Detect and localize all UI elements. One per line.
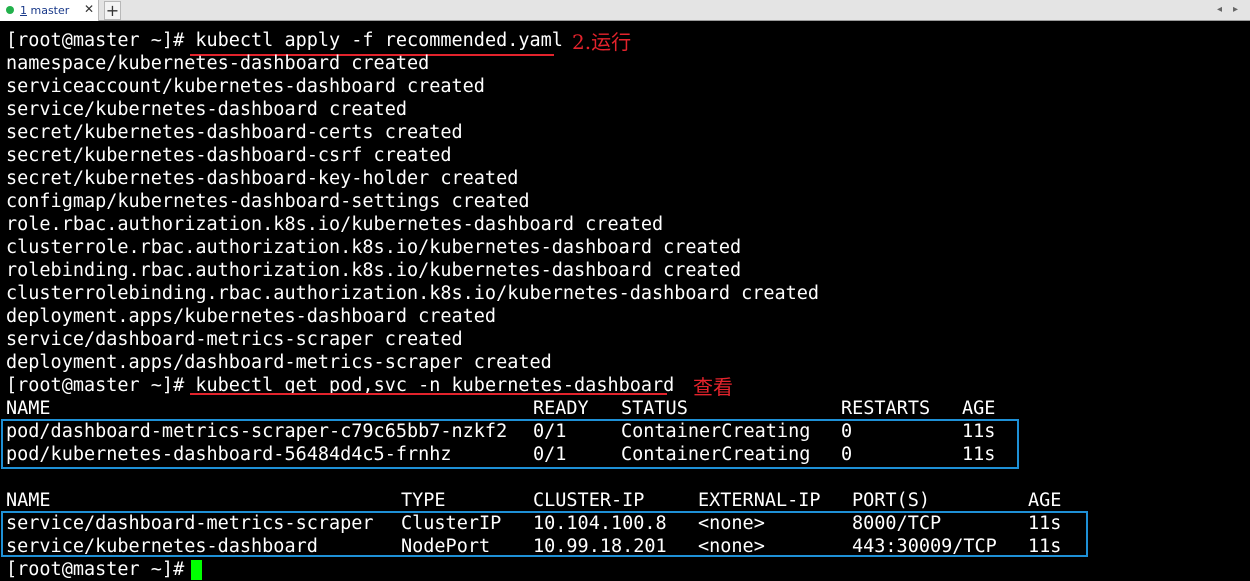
column-header: STATUS (621, 398, 688, 419)
command-line-apply: [root@master ~]# kubectl apply -f recomm… (6, 29, 563, 52)
service-cluster-ip: 10.104.100.8 (533, 513, 667, 534)
service-type: ClusterIP (401, 513, 502, 534)
scroll-right-icon[interactable]: ▸ (1233, 3, 1238, 17)
output-line: service/kubernetes-dashboard created (6, 99, 407, 120)
column-header: READY (533, 398, 589, 419)
tab-bar: 1 master ✕ + ◂ ▸ (0, 0, 1250, 21)
service-name: service/dashboard-metrics-scraper (6, 513, 374, 534)
service-external-ip: <none> (698, 536, 765, 557)
pod-name: pod/dashboard-metrics-scraper-c79c65bb7-… (6, 421, 508, 442)
annotation-run: 2.运行 (572, 30, 632, 54)
column-header: AGE (962, 398, 996, 419)
service-age: 11s (1028, 513, 1062, 534)
connection-status-icon (6, 6, 14, 14)
terminal-output[interactable]: [root@master ~]# kubectl apply -f recomm… (0, 21, 1250, 581)
service-age: 11s (1028, 536, 1062, 557)
service-name: service/kubernetes-dashboard (6, 536, 318, 557)
column-header: PORT(S) (852, 490, 930, 511)
pod-status: ContainerCreating (621, 444, 811, 465)
column-header: NAME (6, 398, 51, 419)
column-header: NAME (6, 490, 51, 511)
output-line: secret/kubernetes-dashboard-certs create… (6, 122, 463, 143)
scroll-left-icon[interactable]: ◂ (1217, 3, 1222, 17)
service-type: NodePort (401, 536, 491, 557)
column-header: EXTERNAL-IP (698, 490, 821, 511)
tab-number: 1 (20, 4, 27, 17)
close-icon[interactable]: ✕ (84, 2, 94, 17)
output-line: deployment.apps/dashboard-metrics-scrape… (6, 352, 552, 373)
pod-name: pod/kubernetes-dashboard-56484d4c5-frnhz (6, 444, 452, 465)
pod-age: 11s (962, 444, 996, 465)
column-header: AGE (1028, 490, 1062, 511)
output-line: secret/kubernetes-dashboard-key-holder c… (6, 168, 519, 189)
terminal-cursor[interactable] (191, 560, 202, 580)
output-line: secret/kubernetes-dashboard-csrf created (6, 145, 452, 166)
output-line: role.rbac.authorization.k8s.io/kubernete… (6, 214, 664, 235)
column-header: CLUSTER-IP (533, 490, 645, 511)
tab-name: master (30, 4, 70, 17)
output-line: deployment.apps/kubernetes-dashboard cre… (6, 306, 497, 327)
shell-prompt: [root@master ~]# (6, 30, 185, 51)
pod-status: ContainerCreating (621, 421, 811, 442)
shell-prompt: [root@master ~]# (6, 375, 185, 396)
pod-ready: 0/1 (533, 421, 567, 442)
tab-label: 1 master (20, 3, 69, 18)
add-tab-button[interactable]: + (104, 1, 121, 20)
service-external-ip: <none> (698, 513, 765, 534)
output-line: clusterrole.rbac.authorization.k8s.io/ku… (6, 237, 742, 258)
column-header: RESTARTS (841, 398, 931, 419)
service-ports: 8000/TCP (852, 513, 942, 534)
output-line: rolebinding.rbac.authorization.k8s.io/ku… (6, 260, 742, 281)
command-text: kubectl apply -f recommended.yaml (195, 30, 563, 51)
output-line: namespace/kubernetes-dashboard created (6, 53, 430, 74)
pod-restarts: 0 (841, 444, 853, 465)
pod-age: 11s (962, 421, 996, 442)
output-line: service/dashboard-metrics-scraper create… (6, 329, 463, 350)
output-line: clusterrolebinding.rbac.authorization.k8… (6, 283, 820, 304)
shell-prompt: [root@master ~]# (6, 559, 185, 580)
service-ports: 443:30009/TCP (852, 536, 997, 557)
annotation-view: 查看 (693, 375, 733, 399)
column-header: TYPE (401, 490, 446, 511)
service-cluster-ip: 10.99.18.201 (533, 536, 667, 557)
command-underline (190, 393, 667, 395)
output-line: configmap/kubernetes-dashboard-settings … (6, 191, 530, 212)
tab-master[interactable]: 1 master ✕ (0, 0, 99, 21)
pod-restarts: 0 (841, 421, 853, 442)
output-line: serviceaccount/kubernetes-dashboard crea… (6, 76, 485, 97)
pod-ready: 0/1 (533, 444, 567, 465)
command-line-current: [root@master ~]# (6, 558, 184, 581)
